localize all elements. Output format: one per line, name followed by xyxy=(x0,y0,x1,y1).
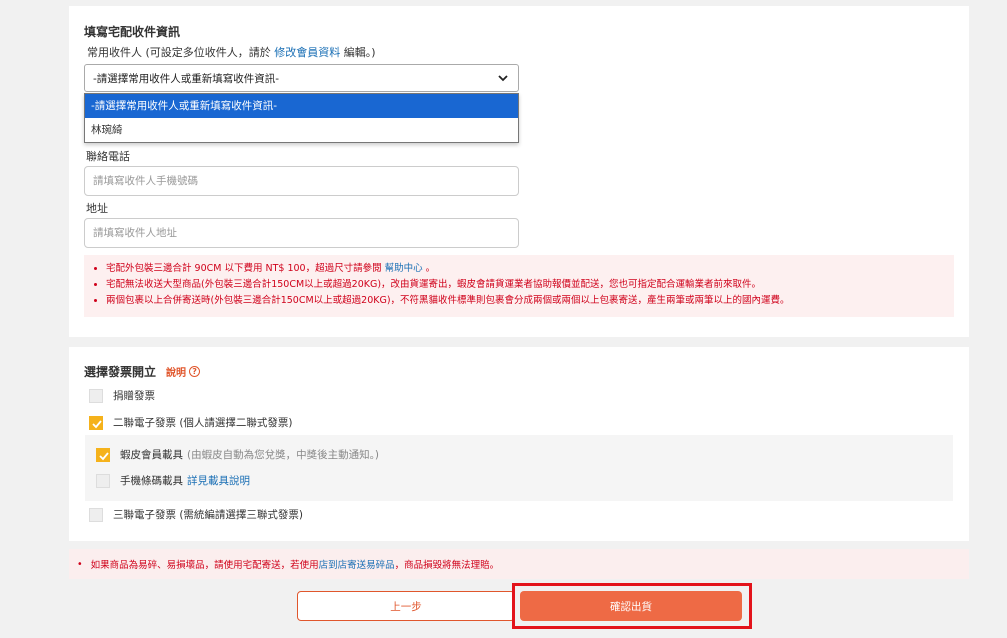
donate-checkbox[interactable] xyxy=(89,388,103,403)
dropdown-option[interactable]: -請選擇常用收件人或重新填寫收件資訊- xyxy=(85,94,518,118)
invoice-section-title: 選擇發票開立 說明 ? xyxy=(84,363,201,380)
phone-label: 聯絡電話 xyxy=(86,150,130,163)
two-part-label: 二聯電子發票 (個人請選擇二聯式發票) xyxy=(113,417,293,429)
confirm-ship-button[interactable]: 確認出貨 xyxy=(520,591,742,621)
edit-member-link[interactable]: 修改會員資料 xyxy=(274,46,340,59)
recipient-section-title: 填寫宅配收件資訊 xyxy=(84,25,181,39)
address-input[interactable] xyxy=(84,218,519,248)
notice-item: 宅配無法收送大型商品(外包裝三邊合計150CM以上或超過20KG)，改由貨運寄出… xyxy=(106,277,954,293)
two-part-invoice-option[interactable]: 二聯電子發票 (個人請選擇二聯式發票) xyxy=(89,415,293,430)
common-recipient-label-suffix: 編輯。) xyxy=(343,46,376,59)
mobile-carrier-label: 手機條碼載具 xyxy=(120,475,183,487)
recipient-dropdown: -請選擇常用收件人或重新填寫收件資訊- 林琬綺 xyxy=(84,93,519,143)
address-label: 地址 xyxy=(86,202,108,215)
fragile-notice-suffix: ，商品損毀將無法理賠。 xyxy=(394,560,500,571)
member-carrier-note: (由蝦皮自動為您兌獎，中獎後主動通知。) xyxy=(187,449,379,461)
prev-step-button[interactable]: 上一步 xyxy=(297,591,515,621)
donate-label: 捐贈發票 xyxy=(113,390,155,402)
phone-input[interactable] xyxy=(84,166,519,196)
member-carrier-checkbox[interactable] xyxy=(96,447,110,462)
check-icon xyxy=(99,451,109,460)
three-part-invoice-option[interactable]: 三聯電子發票 (需統編請選擇三聯式發票) xyxy=(89,507,303,522)
common-recipient-label-text: 常用收件人 (可設定多位收件人，請於 xyxy=(87,46,271,59)
carrier-info-link[interactable]: 詳見載具說明 xyxy=(187,473,250,488)
member-carrier-option[interactable]: 蝦皮會員載具 (由蝦皮自動為您兌獎，中獎後主動通知。) xyxy=(96,447,379,462)
invoice-title-text: 選擇發票開立 xyxy=(84,365,157,379)
common-recipient-label: 常用收件人 (可設定多位收件人，請於 修改會員資料 編輯。) xyxy=(87,44,376,60)
notice-text: 宅配外包裝三邊合計 90CM 以下費用 NT$ 100，超過尺寸請參閱 xyxy=(106,263,382,274)
mobile-carrier-option[interactable]: 手機條碼載具 詳見載具說明 xyxy=(96,473,250,488)
notice-text-end: 。 xyxy=(425,263,436,274)
two-part-checkbox[interactable] xyxy=(89,415,103,430)
carrier-panel: 蝦皮會員載具 (由蝦皮自動為您兌獎，中獎後主動通知。) 手機條碼載具 詳見載具說… xyxy=(85,435,953,501)
recipient-card: 填寫宅配收件資訊 常用收件人 (可設定多位收件人，請於 修改會員資料 編輯。) … xyxy=(69,6,969,337)
three-part-checkbox[interactable] xyxy=(89,507,103,522)
shipping-notice: 宅配外包裝三邊合計 90CM 以下費用 NT$ 100，超過尺寸請參閱 幫助中心… xyxy=(84,255,954,317)
notice-item: 宅配外包裝三邊合計 90CM 以下費用 NT$ 100，超過尺寸請參閱 幫助中心… xyxy=(106,261,954,277)
three-part-label: 三聯電子發票 (需統編請選擇三聯式發票) xyxy=(113,509,304,521)
help-label: 說明 xyxy=(166,368,187,379)
fragile-notice-prefix: 如果商品為易碎、易損壞品，請使用宅配寄送，若使用 xyxy=(90,560,319,571)
fragile-notice: • 如果商品為易碎、易損壞品，請使用宅配寄送，若使用 店到店寄送易碎品 ，商品損… xyxy=(69,549,969,579)
member-carrier-label: 蝦皮會員載具 xyxy=(120,449,183,461)
bullet: • xyxy=(77,558,83,570)
chevron-down-icon xyxy=(496,71,510,85)
invoice-card: 選擇發票開立 說明 ? 捐贈發票 二聯電子發票 (個人請選擇二聯式發票) 蝦皮會… xyxy=(69,347,969,541)
check-icon xyxy=(92,419,102,428)
select-value: -請選擇常用收件人或重新填寫收件資訊- xyxy=(93,72,280,85)
notice-item: 兩個包裹以上合併寄送時(外包裝三邊合計150CM以上或超過20KG)，不符黑貓收… xyxy=(106,293,954,309)
donate-invoice-option[interactable]: 捐贈發票 xyxy=(89,388,155,403)
mobile-carrier-checkbox[interactable] xyxy=(96,473,110,488)
question-icon: ? xyxy=(189,366,201,377)
help-center-link[interactable]: 幫助中心 xyxy=(385,263,423,274)
dropdown-option[interactable]: 林琬綺 xyxy=(85,118,518,142)
invoice-help-link[interactable]: 說明 ? xyxy=(166,364,201,379)
fragile-store-link[interactable]: 店到店寄送易碎品 xyxy=(319,557,395,571)
common-recipient-select[interactable]: -請選擇常用收件人或重新填寫收件資訊- xyxy=(84,64,519,92)
